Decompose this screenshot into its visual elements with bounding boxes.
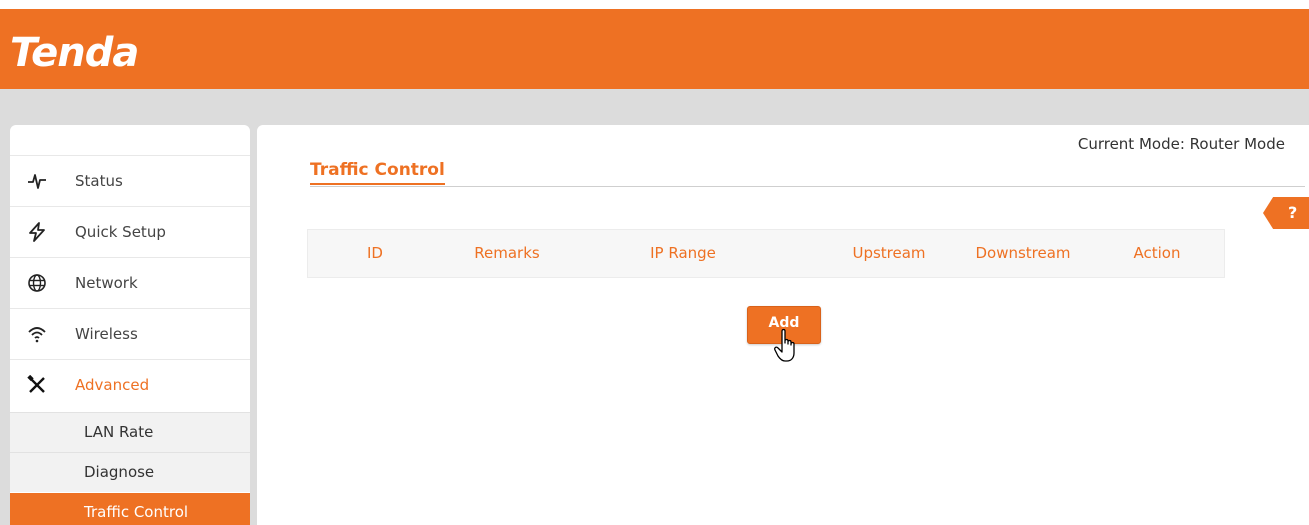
column-header-ip-range: IP Range [650, 244, 716, 262]
sidebar-subitem-diagnose[interactable]: Diagnose [10, 452, 250, 492]
column-header-id: ID [367, 244, 383, 262]
column-header-upstream: Upstream [852, 244, 926, 262]
page-title: Traffic Control [310, 160, 445, 185]
sidebar-item-label: Advanced [75, 376, 150, 394]
help-button[interactable]: ? [1263, 197, 1309, 229]
column-header-downstream: Downstream [975, 244, 1071, 262]
sidebar-item-wireless[interactable]: Wireless [10, 308, 250, 359]
quick-setup-bolt-icon [29, 222, 45, 242]
sidebar-item-status[interactable]: Status [10, 155, 250, 206]
sidebar: Status Quick Setup Network Wireless Adva… [10, 125, 250, 525]
sidebar-item-label: Quick Setup [75, 223, 166, 241]
tools-icon [27, 375, 45, 393]
wifi-icon [28, 327, 46, 343]
sidebar-item-network[interactable]: Network [10, 257, 250, 308]
sidebar-subitem-label: LAN Rate [84, 423, 154, 441]
sidebar-subitem-lan-rate[interactable]: LAN Rate [10, 412, 250, 452]
sidebar-item-label: Wireless [75, 325, 138, 343]
sidebar-item-label: Status [75, 172, 123, 190]
main-content-panel: Current Mode: Router Mode Traffic Contro… [257, 125, 1309, 525]
tenda-logo: Tenda [10, 30, 139, 76]
current-mode-label: Current Mode: Router Mode [1077, 135, 1285, 153]
top-header-bar: Tenda [0, 9, 1309, 89]
title-divider [310, 186, 1305, 187]
column-header-action: Action [1133, 244, 1181, 262]
sidebar-subitem-label: Diagnose [84, 463, 155, 481]
sidebar-item-label: Network [75, 274, 138, 292]
sidebar-item-quick-setup[interactable]: Quick Setup [10, 206, 250, 257]
sidebar-subitem-label: Traffic Control [84, 503, 189, 521]
status-pulse-icon [28, 174, 46, 189]
help-question-icon: ? [1288, 203, 1298, 222]
hand-pointer-cursor-icon [774, 328, 795, 362]
sidebar-subitem-traffic-control[interactable]: Traffic Control [10, 493, 250, 525]
column-header-remarks: Remarks [474, 244, 540, 262]
traffic-table-header: ID Remarks IP Range Upstream Downstream … [307, 229, 1225, 278]
globe-icon [28, 274, 46, 292]
sidebar-item-advanced[interactable]: Advanced [10, 359, 250, 410]
